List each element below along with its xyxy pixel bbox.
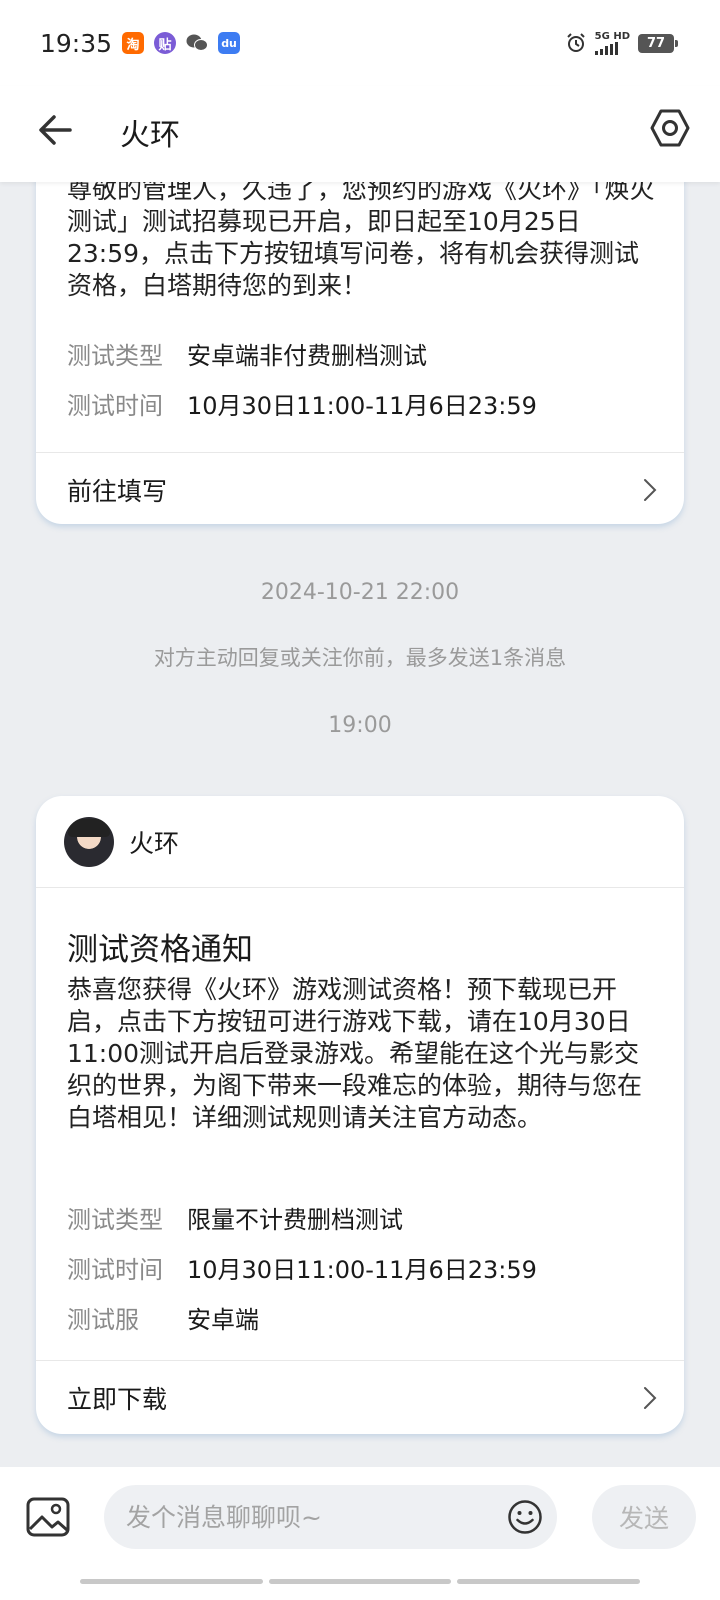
field-row: 测试时间 10月30日11:00-11月6日23:59	[67, 386, 537, 421]
chat-header: 火环	[0, 86, 720, 182]
field-row: 测试服 安卓端	[67, 1300, 259, 1335]
status-right: 5G HD 77	[565, 31, 678, 55]
fill-survey-button[interactable]: 前往填写	[36, 452, 684, 526]
message-input-bar: 发送	[0, 1467, 720, 1600]
signal-indicator: 5G HD	[594, 31, 630, 55]
message-body: 恭喜您获得《火环》游戏测试资格！预下载现已开启，点击下方按钮可进行游戏下载，请在…	[67, 975, 643, 1132]
field-label: 测试类型	[67, 1206, 163, 1234]
tieba-icon: 贴	[154, 32, 177, 54]
baidu-icon: du	[218, 32, 241, 54]
message-card-recruitment: 尊敬的管理人，久违了，您预约的游戏《火环》「焕火测试」测试招募现已开启，即日起至…	[36, 182, 684, 524]
field-value: 安卓端	[187, 1306, 259, 1334]
action-label: 前往填写	[67, 476, 168, 506]
field-value: 10月30日11:00-11月6日23:59	[187, 392, 537, 420]
battery-icon: 77	[638, 33, 678, 53]
settings-hexagon-icon[interactable]	[648, 106, 692, 150]
avatar[interactable]	[64, 816, 114, 867]
field-row: 测试时间 10月30日11:00-11月6日23:59	[67, 1250, 537, 1285]
message-body: 尊敬的管理人，久违了，您预约的游戏《火环》「焕火测试」测试招募现已开启，即日起至…	[67, 182, 655, 300]
page-title: 火环	[120, 118, 180, 153]
field-label: 测试类型	[67, 342, 163, 370]
gesture-bar	[80, 1579, 641, 1584]
sender-row: 火环	[36, 796, 684, 888]
emoji-icon[interactable]	[507, 1499, 543, 1535]
status-bar: 19:35 淘 贴 du 5G HD 77	[0, 0, 720, 86]
back-arrow-icon[interactable]	[36, 110, 76, 150]
image-picker-icon[interactable]	[26, 1497, 70, 1537]
message-card-qualification: 火环 测试资格通知 恭喜您获得《火环》游戏测试资格！预下载现已开启，点击下方按钮…	[36, 796, 684, 1434]
network-label: 5G HD	[594, 31, 630, 42]
taobao-icon: 淘	[122, 32, 145, 54]
message-input[interactable]	[126, 1485, 486, 1549]
timestamp: 19:00	[328, 713, 392, 738]
notice-title: 测试资格通知	[67, 932, 253, 968]
sender-name: 火环	[129, 828, 180, 858]
status-time: 19:35	[40, 28, 113, 58]
send-button[interactable]: 发送	[592, 1485, 696, 1549]
timestamp: 2024-10-21 22:00	[260, 580, 460, 605]
field-value: 安卓端非付费删档测试	[187, 342, 427, 370]
field-row: 测试类型 安卓端非付费删档测试	[67, 336, 427, 371]
field-value: 10月30日11:00-11月6日23:59	[187, 1256, 537, 1284]
chevron-right-icon	[644, 1386, 657, 1409]
status-left: 19:35 淘 贴 du	[40, 28, 241, 58]
field-label: 测试服	[67, 1306, 139, 1334]
wechat-icon	[186, 32, 209, 54]
download-now-button[interactable]: 立即下载	[36, 1360, 684, 1434]
message-input-container	[104, 1485, 557, 1549]
chevron-right-icon	[644, 478, 657, 501]
field-label: 测试时间	[67, 1256, 163, 1284]
alarm-icon	[566, 33, 585, 52]
battery-level: 77	[646, 35, 666, 51]
field-row: 测试类型 限量不计费删档测试	[67, 1200, 403, 1235]
signal-bars-icon	[594, 42, 618, 55]
field-label: 测试时间	[67, 392, 163, 420]
action-label: 立即下载	[67, 1384, 168, 1414]
system-note: 对方主动回复或关注你前，最多发送1条消息	[153, 646, 567, 670]
chat-scroll-area[interactable]: 尊敬的管理人，久违了，您预约的游戏《火环》「焕火测试」测试招募现已开启，即日起至…	[0, 182, 720, 1467]
field-value: 限量不计费删档测试	[187, 1206, 403, 1234]
